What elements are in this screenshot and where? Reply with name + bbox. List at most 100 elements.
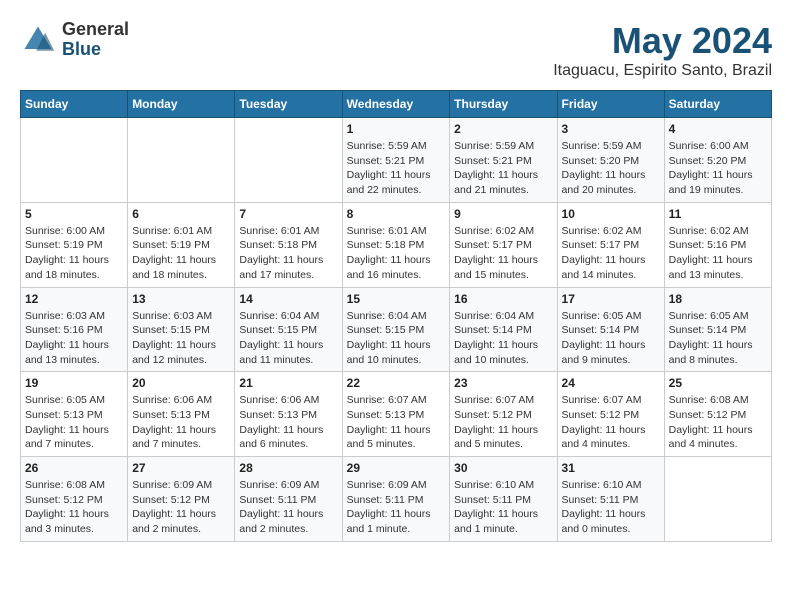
day-cell: 15 Sunrise: 6:04 AM Sunset: 5:15 PM Dayli… <box>342 287 450 372</box>
day-info: Sunrise: 6:04 AM Sunset: 5:15 PM Dayligh… <box>347 309 446 368</box>
day-number: 20 <box>132 376 230 390</box>
header-cell-monday: Monday <box>128 91 235 118</box>
day-cell: 21 Sunrise: 6:06 AM Sunset: 5:13 PM Dayli… <box>235 372 342 457</box>
day-info: Sunrise: 6:07 AM Sunset: 5:12 PM Dayligh… <box>454 393 552 452</box>
day-cell: 23 Sunrise: 6:07 AM Sunset: 5:12 PM Dayli… <box>450 372 557 457</box>
day-info: Sunrise: 6:09 AM Sunset: 5:11 PM Dayligh… <box>347 478 446 537</box>
day-cell: 19Sunrise: 6:05 AM Sunset: 5:13 PM Dayli… <box>21 372 128 457</box>
day-cell: 5 Sunrise: 6:00 AM Sunset: 5:19 PM Daylig… <box>21 202 128 287</box>
day-number: 21 <box>239 376 337 390</box>
day-cell: 10 Sunrise: 6:02 AM Sunset: 5:17 PM Dayli… <box>557 202 664 287</box>
header-cell-tuesday: Tuesday <box>235 91 342 118</box>
day-number: 30 <box>454 461 552 475</box>
day-cell: 3 Sunrise: 5:59 AM Sunset: 5:20 PM Daylig… <box>557 118 664 203</box>
day-number: 4 <box>669 122 767 136</box>
day-info: Sunrise: 6:05 AM Sunset: 5:14 PM Dayligh… <box>669 309 767 368</box>
subtitle: Itaguacu, Espirito Santo, Brazil <box>553 62 772 80</box>
day-number: 24 <box>562 376 660 390</box>
day-cell: 11 Sunrise: 6:02 AM Sunset: 5:16 PM Dayli… <box>664 202 771 287</box>
day-number: 7 <box>239 207 337 221</box>
day-number: 23 <box>454 376 552 390</box>
calendar-table: SundayMondayTuesdayWednesdayThursdayFrid… <box>20 90 772 542</box>
day-info: Sunrise: 6:01 AM Sunset: 5:19 PM Dayligh… <box>132 224 230 283</box>
main-title: May 2024 <box>553 20 772 62</box>
day-cell: 27 Sunrise: 6:09 AM Sunset: 5:12 PM Dayli… <box>128 457 235 542</box>
day-number: 9 <box>454 207 552 221</box>
day-info: Sunrise: 5:59 AM Sunset: 5:20 PM Dayligh… <box>562 139 660 198</box>
day-number: 27 <box>132 461 230 475</box>
header-cell-thursday: Thursday <box>450 91 557 118</box>
day-info: Sunrise: 6:06 AM Sunset: 5:13 PM Dayligh… <box>239 393 337 452</box>
day-info: Sunrise: 6:07 AM Sunset: 5:12 PM Dayligh… <box>562 393 660 452</box>
day-cell: 7 Sunrise: 6:01 AM Sunset: 5:18 PM Daylig… <box>235 202 342 287</box>
day-info: Sunrise: 6:09 AM Sunset: 5:11 PM Dayligh… <box>239 478 337 537</box>
header-row: SundayMondayTuesdayWednesdayThursdayFrid… <box>21 91 772 118</box>
week-row-3: 12 Sunrise: 6:03 AM Sunset: 5:16 PM Dayli… <box>21 287 772 372</box>
week-row-2: 5 Sunrise: 6:00 AM Sunset: 5:19 PM Daylig… <box>21 202 772 287</box>
header-cell-friday: Friday <box>557 91 664 118</box>
day-info: Sunrise: 6:10 AM Sunset: 5:11 PM Dayligh… <box>454 478 552 537</box>
header-cell-sunday: Sunday <box>21 91 128 118</box>
day-info: Sunrise: 6:04 AM Sunset: 5:14 PM Dayligh… <box>454 309 552 368</box>
day-number: 5 <box>25 207 123 221</box>
day-cell: 13 Sunrise: 6:03 AM Sunset: 5:15 PM Dayli… <box>128 287 235 372</box>
day-cell: 9 Sunrise: 6:02 AM Sunset: 5:17 PM Daylig… <box>450 202 557 287</box>
day-info: Sunrise: 6:09 AM Sunset: 5:12 PM Dayligh… <box>132 478 230 537</box>
day-number: 1 <box>347 122 446 136</box>
day-info: Sunrise: 6:00 AM Sunset: 5:19 PM Dayligh… <box>25 224 123 283</box>
day-info: Sunrise: 6:03 AM Sunset: 5:16 PM Dayligh… <box>25 309 123 368</box>
day-number: 17 <box>562 292 660 306</box>
day-info: Sunrise: 6:06 AM Sunset: 5:13 PM Dayligh… <box>132 393 230 452</box>
day-info: Sunrise: 6:05 AM Sunset: 5:13 PM Dayligh… <box>25 393 123 452</box>
day-cell <box>664 457 771 542</box>
day-cell: 4 Sunrise: 6:00 AM Sunset: 5:20 PM Daylig… <box>664 118 771 203</box>
header-cell-wednesday: Wednesday <box>342 91 450 118</box>
day-info: Sunrise: 5:59 AM Sunset: 5:21 PM Dayligh… <box>454 139 552 198</box>
day-cell: 30 Sunrise: 6:10 AM Sunset: 5:11 PM Dayli… <box>450 457 557 542</box>
day-info: Sunrise: 6:03 AM Sunset: 5:15 PM Dayligh… <box>132 309 230 368</box>
day-number: 3 <box>562 122 660 136</box>
day-cell: 6Sunrise: 6:01 AM Sunset: 5:19 PM Daylig… <box>128 202 235 287</box>
day-cell: 22 Sunrise: 6:07 AM Sunset: 5:13 PM Dayli… <box>342 372 450 457</box>
day-cell: 17 Sunrise: 6:05 AM Sunset: 5:14 PM Dayli… <box>557 287 664 372</box>
day-number: 12 <box>25 292 123 306</box>
day-number: 31 <box>562 461 660 475</box>
day-number: 16 <box>454 292 552 306</box>
day-number: 15 <box>347 292 446 306</box>
day-info: Sunrise: 6:02 AM Sunset: 5:16 PM Dayligh… <box>669 224 767 283</box>
logo-general: General <box>62 20 129 40</box>
day-cell: 1Sunrise: 5:59 AM Sunset: 5:21 PM Daylig… <box>342 118 450 203</box>
day-info: Sunrise: 6:08 AM Sunset: 5:12 PM Dayligh… <box>25 478 123 537</box>
day-cell: 31Sunrise: 6:10 AM Sunset: 5:11 PM Dayli… <box>557 457 664 542</box>
day-info: Sunrise: 6:08 AM Sunset: 5:12 PM Dayligh… <box>669 393 767 452</box>
day-cell <box>128 118 235 203</box>
day-number: 2 <box>454 122 552 136</box>
day-cell: 29Sunrise: 6:09 AM Sunset: 5:11 PM Dayli… <box>342 457 450 542</box>
day-number: 11 <box>669 207 767 221</box>
day-info: Sunrise: 6:02 AM Sunset: 5:17 PM Dayligh… <box>454 224 552 283</box>
day-cell: 14Sunrise: 6:04 AM Sunset: 5:15 PM Dayli… <box>235 287 342 372</box>
logo-blue: Blue <box>62 40 129 60</box>
header-cell-saturday: Saturday <box>664 91 771 118</box>
day-cell <box>235 118 342 203</box>
day-number: 18 <box>669 292 767 306</box>
day-info: Sunrise: 6:07 AM Sunset: 5:13 PM Dayligh… <box>347 393 446 452</box>
day-cell: 2 Sunrise: 5:59 AM Sunset: 5:21 PM Daylig… <box>450 118 557 203</box>
day-cell: 16 Sunrise: 6:04 AM Sunset: 5:14 PM Dayli… <box>450 287 557 372</box>
day-info: Sunrise: 6:02 AM Sunset: 5:17 PM Dayligh… <box>562 224 660 283</box>
day-info: Sunrise: 6:04 AM Sunset: 5:15 PM Dayligh… <box>239 309 337 368</box>
logo: General Blue <box>20 20 129 60</box>
week-row-1: 1 Sunrise: 5:59 AM Sunset: 5:21 PM Daylig… <box>21 118 772 203</box>
logo-icon <box>20 22 56 58</box>
day-cell: 26Sunrise: 6:08 AM Sunset: 5:12 PM Dayli… <box>21 457 128 542</box>
day-info: Sunrise: 6:05 AM Sunset: 5:14 PM Dayligh… <box>562 309 660 368</box>
day-info: Sunrise: 6:01 AM Sunset: 5:18 PM Dayligh… <box>239 224 337 283</box>
day-number: 10 <box>562 207 660 221</box>
day-cell: 12 Sunrise: 6:03 AM Sunset: 5:16 PM Dayli… <box>21 287 128 372</box>
day-info: Sunrise: 6:00 AM Sunset: 5:20 PM Dayligh… <box>669 139 767 198</box>
day-number: 13 <box>132 292 230 306</box>
day-number: 22 <box>347 376 446 390</box>
title-block: May 2024 Itaguacu, Espirito Santo, Brazi… <box>553 20 772 80</box>
calendar-body: 1 Sunrise: 5:59 AM Sunset: 5:21 PM Daylig… <box>21 118 772 542</box>
day-cell: 25Sunrise: 6:08 AM Sunset: 5:12 PM Dayli… <box>664 372 771 457</box>
